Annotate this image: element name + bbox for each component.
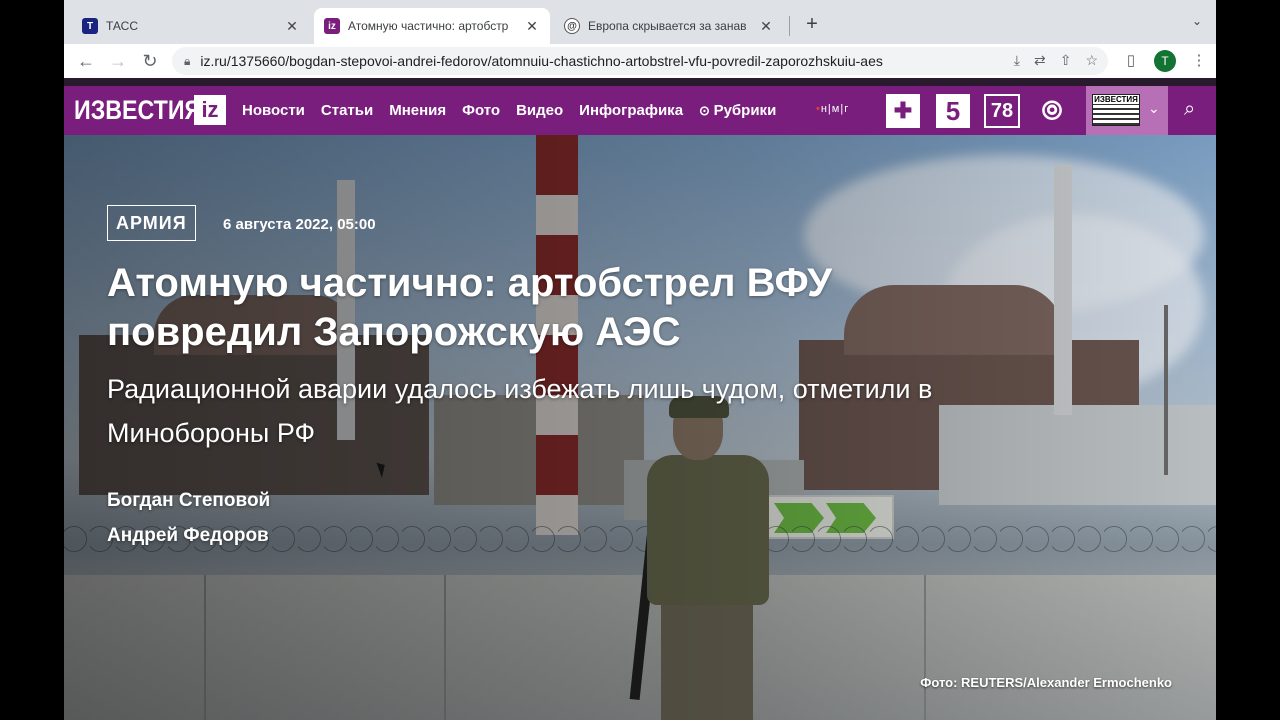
back-arrow-icon[interactable]: ←: [74, 49, 98, 73]
nmg-mark: н|м|г: [820, 103, 850, 115]
menu-item-video[interactable]: Видео: [516, 102, 563, 119]
tab-tass[interactable]: Т ТАСС ✕: [72, 8, 310, 44]
menu-item-opinions[interactable]: Мнения: [389, 102, 446, 119]
newspaper-label: ИЗВЕСТИЯ: [1093, 95, 1139, 104]
menu-item-news[interactable]: Новости: [242, 102, 305, 119]
top-strip: [64, 78, 1216, 86]
bookmark-star-icon[interactable]: ☆: [1085, 52, 1098, 69]
side-panel-icon[interactable]: ▯: [1120, 49, 1142, 73]
install-app-icon[interactable]: ⤓: [1014, 52, 1020, 69]
chevron-circle-icon: ⊙: [699, 103, 714, 118]
translate-icon[interactable]: ⇄: [1034, 52, 1046, 69]
tab-izvestia-article[interactable]: iz Атомную частично: артобстр ✕: [314, 8, 550, 44]
rubric-tag[interactable]: АРМИЯ: [107, 205, 196, 241]
close-tab-icon[interactable]: ✕: [284, 18, 300, 35]
menu-item-infographics[interactable]: Инфографика: [579, 102, 683, 119]
ren-tv-icon[interactable]: ✚: [886, 94, 920, 128]
tass-favicon-icon: Т: [82, 18, 98, 34]
tab-title: Атомную частично: артобстр: [348, 19, 509, 33]
tab-strip: Т ТАСС ✕ iz Атомную частично: артобстр ✕…: [64, 0, 1216, 44]
url-text[interactable]: iz.ru/1375660/bogdan-stepovoi-andrei-fed…: [200, 53, 883, 69]
menu-item-rubrics[interactable]: ⊙ Рубрики: [699, 102, 776, 119]
tab-search-chevron-icon[interactable]: ⌄: [1192, 14, 1202, 28]
photo-credit: Фото: REUTERS/Alexander Ermochenko: [920, 675, 1172, 690]
ctc-icon[interactable]: ⦾: [1034, 94, 1070, 128]
tab-title: Европа скрывается за занав: [588, 19, 747, 33]
publish-date: 6 августа 2022, 05:00: [223, 216, 376, 233]
chevron-down-icon[interactable]: ⌄: [1148, 100, 1160, 117]
tab-europe[interactable]: @ Европа скрывается за занав ✕: [554, 8, 784, 44]
site-header: ИЗВЕСТИЯ iz Новости Статьи Мнения Фото В…: [64, 86, 1216, 135]
browser-toolbar: ← → ↻ 🔒︎ iz.ru/1375660/bogdan-stepovoi-a…: [64, 44, 1216, 78]
nmg-logo[interactable]: •н|м|г: [816, 103, 849, 115]
article-headline: Атомную частично: артобстрел ВФУ повреди…: [107, 261, 832, 354]
address-bar[interactable]: 🔒︎ iz.ru/1375660/bogdan-stepovoi-andrei-…: [172, 47, 1108, 75]
page-content: ИЗВЕСТИЯ iz Новости Статьи Мнения Фото В…: [64, 78, 1216, 720]
main-menu: Новости Статьи Мнения Фото Видео Инфогра…: [242, 102, 776, 119]
forward-arrow-icon[interactable]: →: [106, 49, 130, 73]
rubrics-label: Рубрики: [713, 102, 777, 119]
menu-item-articles[interactable]: Статьи: [321, 102, 373, 119]
newspaper-issue-button[interactable]: ИЗВЕСТИЯ ⌄: [1086, 86, 1168, 135]
lock-icon[interactable]: 🔒︎: [184, 54, 190, 69]
tab-title: ТАСС: [106, 19, 139, 33]
newspaper-thumbnail-icon: ИЗВЕСТИЯ: [1092, 94, 1140, 126]
search-icon[interactable]: ⌕: [1184, 98, 1195, 121]
close-tab-icon[interactable]: ✕: [758, 18, 774, 35]
share-icon[interactable]: ⇧: [1060, 52, 1072, 69]
kebab-menu-icon[interactable]: ⋮: [1188, 49, 1210, 73]
article-subheadline: Радиационной аварии удалось избежать лиш…: [107, 374, 933, 448]
hero-photo: АРМИЯ 6 августа 2022, 05:00 Атомную част…: [64, 135, 1216, 720]
tab-separator: [789, 16, 790, 36]
browser-window: Т ТАСС ✕ iz Атомную частично: артобстр ✕…: [64, 0, 1216, 720]
profile-avatar[interactable]: T: [1154, 50, 1176, 72]
globe-favicon-icon: @: [564, 18, 580, 34]
izvestia-favicon-icon: iz: [324, 18, 340, 34]
menu-item-photo[interactable]: Фото: [462, 102, 500, 119]
reload-icon[interactable]: ↻: [138, 49, 162, 73]
author-link[interactable]: Богдан Степовой: [107, 490, 270, 512]
izvestia-logo[interactable]: ИЗВЕСТИЯ: [74, 95, 201, 126]
iz-logo-badge[interactable]: iz: [194, 95, 226, 125]
channel-78-icon[interactable]: 78: [984, 94, 1020, 128]
channel-5-icon[interactable]: 5: [936, 94, 970, 128]
new-tab-button[interactable]: +: [802, 12, 822, 36]
close-tab-icon[interactable]: ✕: [524, 18, 540, 35]
author-link[interactable]: Андрей Федоров: [107, 525, 269, 547]
